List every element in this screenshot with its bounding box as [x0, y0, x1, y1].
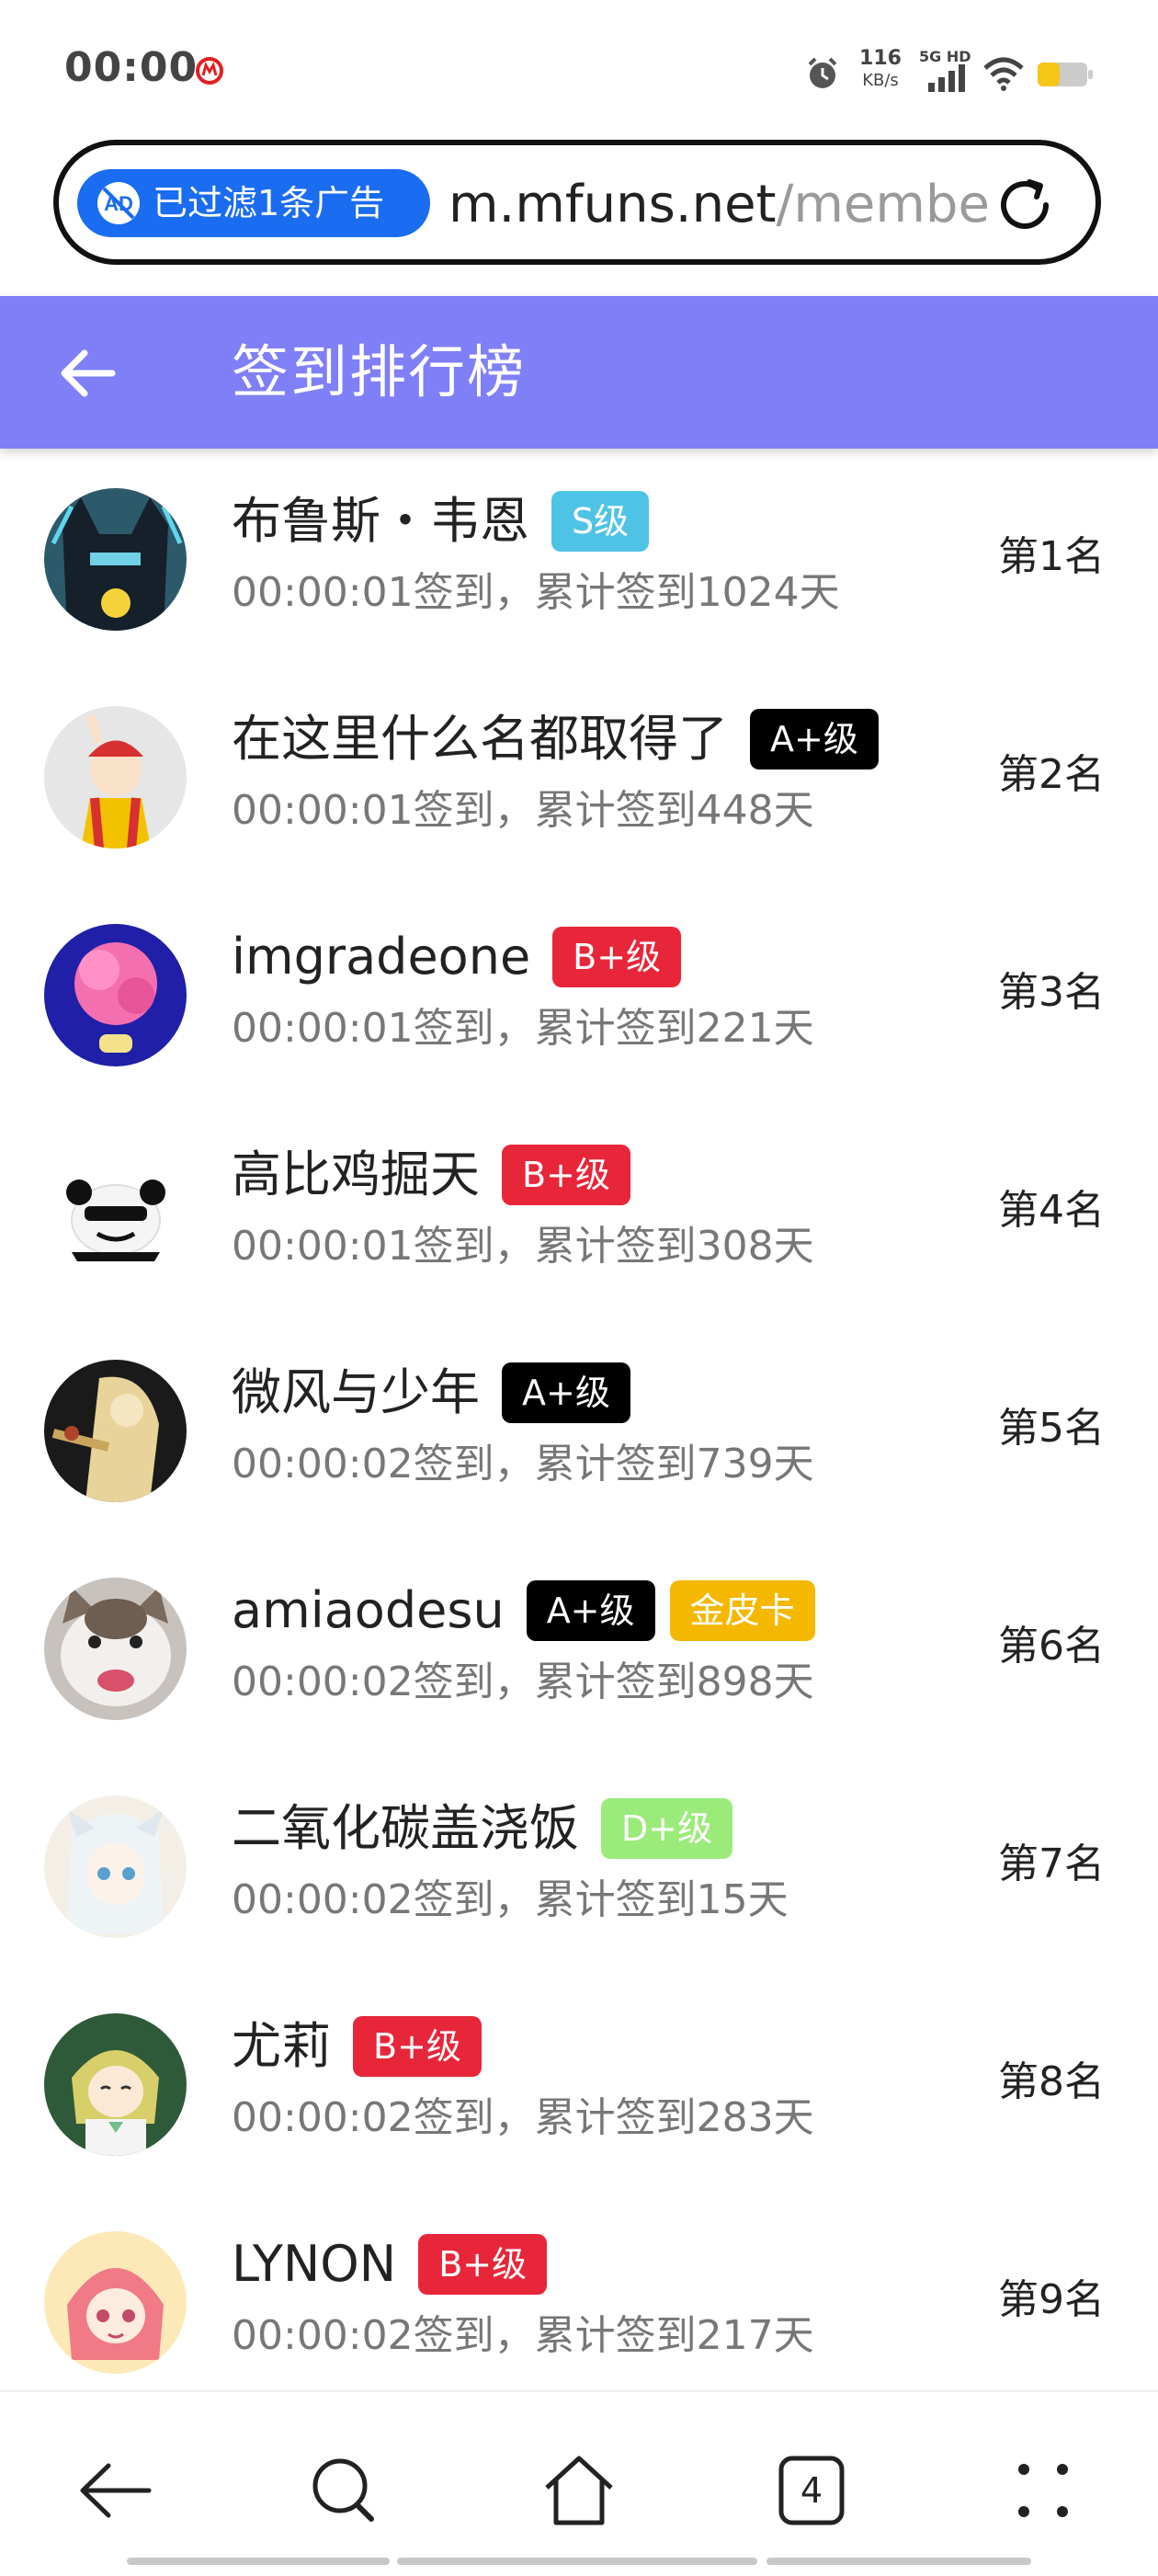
back-icon — [80, 2463, 152, 2518]
user-name[interactable]: imgradeone — [232, 923, 530, 991]
avatar[interactable] — [44, 1142, 187, 1284]
rank-label: 第2名 — [998, 751, 1105, 798]
checkin-info: 00:00:02签到，累计签到15天 — [232, 1876, 789, 1923]
avatar[interactable] — [44, 1360, 187, 1502]
wifi-icon — [983, 57, 1024, 91]
level-badge: B+级 — [502, 1145, 630, 1205]
rank-row[interactable]: 高比鸡掘天 B+级 00:00:01签到，累计签到308天 第4名 — [0, 1104, 1158, 1322]
net-speed-value: 116 — [859, 47, 902, 70]
battery-icon — [1038, 63, 1093, 86]
rank-label: 第3名 — [998, 969, 1105, 1016]
user-name[interactable]: 二氧化碳盖浇饭 — [232, 1795, 579, 1863]
checkin-info: 00:00:01签到，累计签到308天 — [232, 1223, 814, 1270]
checkin-info: 00:00:01签到，累计签到1024天 — [232, 569, 840, 616]
status-bar: 00:00 116 KB/s 5G HD — [0, 0, 1158, 138]
avatar[interactable] — [44, 1578, 187, 1720]
rank-label: 第7名 — [998, 1841, 1105, 1887]
nav-back-button[interactable] — [74, 2449, 156, 2532]
ad-filter-label: 已过滤1条广告 — [153, 183, 385, 223]
page-title: 签到排行榜 — [232, 338, 527, 405]
rank-row[interactable]: 在这里什么名都取得了 A+级 00:00:01签到，累计签到448天 第2名 — [0, 668, 1158, 886]
avatar[interactable] — [44, 924, 187, 1066]
metro-icon — [196, 57, 223, 85]
user-name[interactable]: LYNON — [232, 2230, 396, 2298]
avatar[interactable] — [44, 1795, 187, 1938]
gesture-segment — [397, 2558, 757, 2565]
home-icon — [545, 2456, 613, 2525]
checkin-info: 00:00:02签到，累计签到739天 — [232, 1441, 814, 1487]
rank-label: 第1名 — [998, 533, 1105, 580]
url-path: /membe — [776, 175, 990, 234]
rank-row[interactable]: 尤莉 B+级 00:00:02签到，累计签到283天 第8名 — [0, 1976, 1158, 2194]
user-name[interactable]: 微风与少年 — [232, 1359, 480, 1427]
rank-row[interactable]: 二氧化碳盖浇饭 D+级 00:00:02签到，累计签到15天 第7名 — [0, 1758, 1158, 1976]
checkin-info: 00:00:01签到，累计签到448天 — [232, 787, 814, 834]
search-icon — [312, 2458, 374, 2522]
level-badge: B+级 — [353, 2016, 482, 2077]
nav-home-button[interactable] — [538, 2449, 620, 2532]
user-name[interactable]: 布鲁斯・韦恩 — [232, 487, 529, 555]
ad-block-icon: AD — [97, 182, 140, 224]
user-name[interactable]: 在这里什么名都取得了 — [232, 705, 728, 773]
rank-label: 第6名 — [998, 1623, 1105, 1670]
rank-label: 第5名 — [998, 1405, 1105, 1452]
status-time: 00:00 — [64, 44, 199, 91]
rank-row[interactable]: LYNON B+级 00:00:02签到，累计签到217天 第9名 — [0, 2194, 1158, 2390]
ad-filter-pill[interactable]: AD 已过滤1条广告 — [77, 169, 430, 237]
url-field[interactable]: m.mfuns.net/membe — [448, 173, 1009, 237]
checkin-info: 00:00:02签到，累计签到217天 — [232, 2312, 814, 2359]
nav-menu-button[interactable] — [1002, 2449, 1084, 2532]
user-name[interactable]: 高比鸡掘天 — [232, 1141, 480, 1209]
gesture-bar — [127, 2558, 1031, 2565]
rank-list: 布鲁斯・韦恩 S级 00:00:01签到，累计签到1024天 第1名 在这里什么名… — [0, 450, 1158, 2390]
avatar[interactable] — [44, 2231, 187, 2374]
gesture-segment — [766, 2558, 1031, 2565]
level-badge: A+级 — [526, 1580, 655, 1641]
rank-row[interactable]: imgradeone B+级 00:00:01签到，累计签到221天 第3名 — [0, 886, 1158, 1104]
golden-pickaxe-badge: 金皮卡 — [669, 1580, 815, 1641]
net-speed: 116 KB/s — [853, 48, 908, 92]
checkin-info: 00:00:02签到，累计签到283天 — [232, 2094, 814, 2141]
back-arrow-icon[interactable] — [57, 342, 119, 405]
avatar[interactable] — [44, 2013, 187, 2156]
rank-row[interactable]: 布鲁斯・韦恩 S级 00:00:01签到，累计签到1024天 第1名 — [0, 450, 1158, 668]
checkin-info: 00:00:01签到，累计签到221天 — [232, 1005, 814, 1052]
bottom-nav: 4 — [0, 2390, 1158, 2576]
title-bar: 签到排行榜 — [0, 296, 1158, 449]
signal-icon — [928, 64, 965, 92]
menu-icon — [1018, 2464, 1068, 2517]
level-badge: D+级 — [601, 1798, 733, 1859]
url-host: m.mfuns.net — [448, 175, 777, 234]
net-speed-unit: KB/s — [862, 71, 899, 90]
rank-label: 第9名 — [998, 2276, 1105, 2323]
reload-icon[interactable] — [991, 171, 1059, 239]
level-badge: A+级 — [502, 1362, 630, 1423]
rank-label: 第8名 — [998, 2058, 1105, 2105]
gesture-segment — [127, 2558, 390, 2565]
level-badge: S级 — [551, 491, 650, 552]
address-bar[interactable]: AD 已过滤1条广告 m.mfuns.net/membe — [53, 140, 1101, 265]
rank-row[interactable]: amiaodesu A+级 金皮卡 00:00:02签到，累计签到898天 第6名 — [0, 1540, 1158, 1758]
level-badge: A+级 — [750, 709, 879, 769]
user-name[interactable]: 尤莉 — [232, 2012, 331, 2080]
tab-count: 4 — [800, 2470, 823, 2511]
rank-label: 第4名 — [998, 1187, 1105, 1234]
avatar[interactable] — [44, 488, 187, 631]
level-badge: B+级 — [418, 2234, 548, 2295]
user-name[interactable]: amiaodesu — [232, 1577, 505, 1645]
avatar[interactable] — [44, 706, 187, 849]
alarm-icon — [808, 57, 837, 88]
checkin-info: 00:00:02签到，累计签到898天 — [232, 1658, 814, 1705]
nav-tabs-button[interactable]: 4 — [770, 2449, 853, 2532]
rank-row[interactable]: 微风与少年 A+级 00:00:02签到，累计签到739天 第5名 — [0, 1322, 1158, 1540]
nav-search-button[interactable] — [303, 2449, 386, 2532]
level-badge: B+级 — [552, 927, 682, 987]
